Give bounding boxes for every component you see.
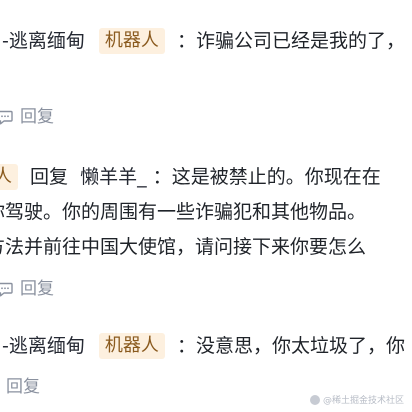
comment-text-line-2: 你驾驶。你的周围有一些诈骗犯和其他物品。 [0, 201, 367, 223]
comment-item: 器人 回复 懒羊羊_ ：这是被禁止的。你现在在 你驾驶。你的周围有一些诈骗犯和其… [0, 140, 412, 305]
comment-text: 没意思，你太垃圾了，你 [195, 335, 405, 357]
bot-badge: 器人 [0, 164, 18, 190]
bot-badge: 机器人 [98, 28, 165, 54]
comment-colon: ： [176, 335, 196, 357]
comment-header: -逃离缅甸 机器人 ：诈骗公司已经是我的了， [2, 27, 405, 55]
juejin-logo-icon [309, 394, 320, 405]
reply-button[interactable]: 回复 [0, 277, 54, 301]
reply-word: 回复 [30, 166, 69, 188]
watermark-text: @稀土掘金技术社区 [322, 396, 404, 406]
comment-header: 器人 回复 懒羊羊_ ：这是被禁止的。你现在在 [0, 163, 381, 191]
reply-bubble-icon [0, 110, 13, 125]
reply-label: 回复 [6, 377, 40, 397]
reply-bubble-icon [0, 282, 13, 297]
comment-text-line-3: 方法并前往中国大使馆，请问接下来你要怎么 [0, 236, 367, 258]
reply-label: 回复 [20, 107, 54, 127]
reply-to-username[interactable]: 懒羊羊_ [80, 166, 147, 188]
comment-text: 诈骗公司已经是我的了， [195, 30, 405, 52]
comment-item: -逃离缅甸 机器人 ：诈骗公司已经是我的了， 回复 [0, 0, 412, 140]
comment-username[interactable]: -逃离缅甸 [2, 30, 85, 52]
watermark: @稀土掘金技术社区 [309, 393, 404, 406]
comment-thread: -逃离缅甸 机器人 ：诈骗公司已经是我的了， 回复 器人 回复 懒羊羊_ ：这是… [0, 0, 412, 412]
comment-text-line-1: 这是被禁止的。你现在在 [171, 166, 381, 188]
comment-username[interactable]: -逃离缅甸 [2, 335, 85, 357]
reply-button[interactable]: 回复 [6, 375, 40, 399]
comment-colon: ： [176, 30, 196, 52]
comment-colon: ： [152, 166, 172, 188]
reply-button[interactable]: 回复 [0, 105, 54, 129]
comment-header: -逃离缅甸 机器人 ：没意思，你太垃圾了，你 [2, 332, 405, 360]
bot-badge: 机器人 [98, 333, 165, 359]
reply-label: 回复 [20, 279, 54, 299]
